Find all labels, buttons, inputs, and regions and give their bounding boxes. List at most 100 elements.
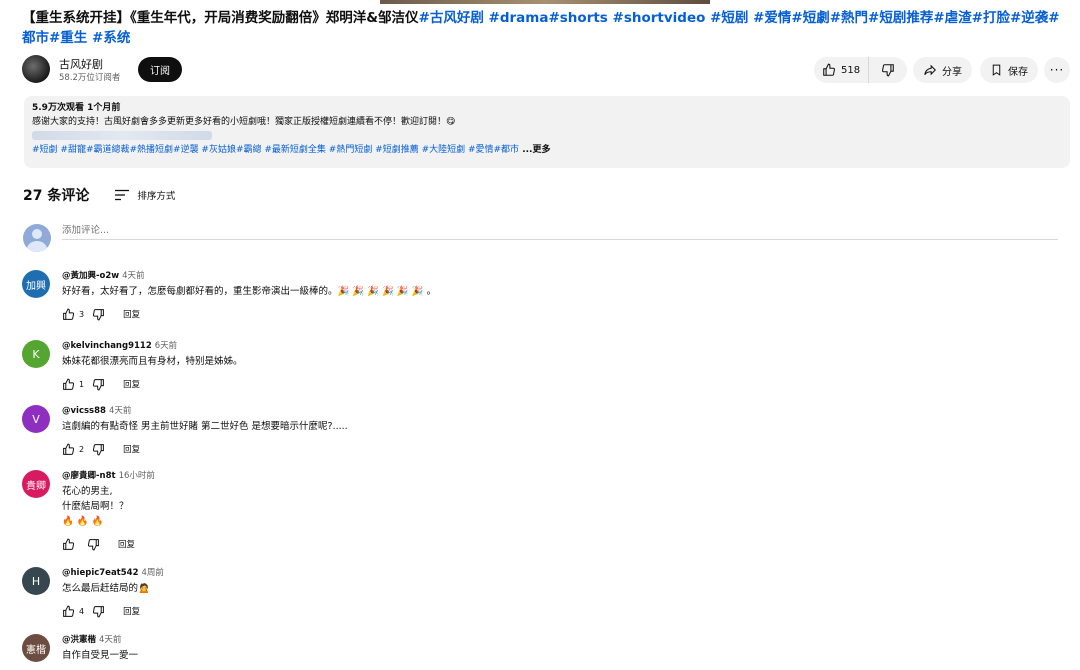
description-text: 感谢大家的支持！古風好劇會多多更新更多好看的小短劇哦！獨家正版授權短劇連續看不停… bbox=[32, 117, 456, 127]
like-button[interactable]: 518 bbox=[814, 57, 869, 83]
video-player-edge bbox=[380, 0, 710, 4]
dislike-button[interactable] bbox=[869, 57, 907, 83]
comment-text: 花心的男主, 什麼結局啊！？ 🔥 🔥 🔥 bbox=[62, 486, 129, 527]
comment-body: @kelvinchang9112 6天前 姊妹花都很漂亮而且有身材，特别是姊姊。 1 回… bbox=[62, 340, 243, 391]
more-icon: ··· bbox=[1049, 63, 1065, 77]
comment-like-count: 1 bbox=[79, 379, 85, 389]
comment-reply-button[interactable]: 回复 bbox=[118, 538, 135, 550]
description-box[interactable]: 5.9万次观看 1个月前 感谢大家的支持！古風好劇會多多更新更多好看的小短劇哦！… bbox=[24, 96, 1070, 168]
comment-header: @廖貴卿-n8t 16小时前 bbox=[62, 470, 155, 482]
comment-like-button[interactable]: 1 bbox=[62, 378, 84, 391]
subscribe-button[interactable]: 订阅 bbox=[138, 57, 182, 82]
comment-text: 好好看，太好看了，怎麼每劇都好看的，重生影帝演出一級棒的。🎉 🎉 🎉 🎉 🎉 🎉… bbox=[62, 286, 437, 297]
commenter-avatar[interactable]: 憲楷 bbox=[22, 634, 50, 662]
comment-reply-button[interactable]: 回复 bbox=[123, 605, 140, 617]
channel-subscribers: 58.2万位订阅者 bbox=[59, 73, 121, 83]
comment-body: @hiepic7eat542 4周前 怎么最后赶结局的🙍 4 回复 bbox=[62, 567, 164, 618]
comment-like-button[interactable]: 3 bbox=[62, 308, 84, 321]
comment-actions: 4 回复 bbox=[62, 604, 164, 618]
comment-dislike-button[interactable] bbox=[92, 443, 105, 456]
thumbs-down-icon bbox=[92, 443, 105, 456]
comment-header: @hiepic7eat542 4周前 bbox=[62, 567, 164, 579]
thumbs-down-icon bbox=[92, 308, 105, 321]
comment-header: @kelvinchang9112 6天前 bbox=[62, 340, 243, 352]
commenter-avatar[interactable]: 貴卿 bbox=[22, 470, 50, 498]
comment-author[interactable]: @kelvinchang9112 bbox=[62, 341, 152, 351]
channel-row: 古风好剧 58.2万位订阅者 订阅 518 分享 保存 ··· bbox=[22, 55, 1072, 85]
comment-actions: 3 回复 bbox=[62, 307, 436, 321]
comment-actions: 回复 bbox=[62, 537, 155, 551]
sort-icon bbox=[115, 189, 130, 201]
comment-text: 這劇編的有點奇怪 男主前世好賭 第二世好色 是想要暗示什麼呢?..... bbox=[62, 421, 348, 432]
video-title: 【重生系统开挂】《重生年代，开局消费奖励翻倍》郑明洋&邹洁仪#古风好剧 #dra… bbox=[22, 8, 1067, 48]
comment-dislike-button[interactable] bbox=[92, 605, 105, 618]
comment-reply-button[interactable]: 回复 bbox=[123, 308, 140, 320]
user-avatar-icon bbox=[23, 224, 51, 252]
sort-button[interactable]: 排序方式 bbox=[115, 188, 175, 202]
thumbs-up-icon bbox=[822, 63, 836, 77]
bookmark-icon bbox=[990, 63, 1003, 77]
comment-time[interactable]: 16小时前 bbox=[119, 471, 155, 481]
comment-body: @vicss88 4天前 這劇編的有點奇怪 男主前世好賭 第二世好色 是想要暗示什麼… bbox=[62, 405, 348, 456]
comment-dislike-button[interactable] bbox=[92, 308, 105, 321]
thumbs-down-icon bbox=[87, 538, 100, 551]
comment-time[interactable]: 6天前 bbox=[155, 341, 177, 351]
comment-like-count: 3 bbox=[79, 309, 85, 319]
thumbs-up-icon bbox=[62, 538, 75, 551]
comment-author[interactable]: @洪憲楷 bbox=[62, 635, 96, 645]
sort-label: 排序方式 bbox=[137, 191, 176, 202]
commenter-avatar[interactable]: V bbox=[22, 405, 50, 433]
comment-header: @黃加興-o2w 4天前 bbox=[62, 270, 436, 282]
thumbs-down-icon bbox=[92, 605, 105, 618]
comment-text: 怎么最后赶结局的🙍 bbox=[62, 583, 150, 594]
comment-like-button[interactable] bbox=[62, 538, 79, 551]
comment-body: @洪憲楷4天前自作自受見一愛一回复 bbox=[62, 634, 138, 670]
thumbs-up-icon bbox=[62, 443, 75, 456]
comment-author[interactable]: @vicss88 bbox=[62, 406, 106, 416]
comment-header: @vicss88 4天前 bbox=[62, 405, 348, 417]
comments-count: 27 条评论 bbox=[23, 188, 90, 204]
comment-reply-button[interactable]: 回复 bbox=[123, 443, 140, 455]
thumbs-up-icon bbox=[62, 308, 75, 321]
description-hashtags[interactable]: #短劇 #甜寵#霸道總裁#熱播短劇#逆襲 #灰姑娘#霸總 #最新短劇全集 #熱門… bbox=[32, 145, 519, 155]
comment-time[interactable]: 4天前 bbox=[99, 635, 121, 645]
comment-time[interactable]: 4周前 bbox=[142, 568, 164, 578]
comment-reply-button[interactable]: 回复 bbox=[123, 378, 140, 390]
comment-text: 姊妹花都很漂亮而且有身材，特别是姊姊。 bbox=[62, 356, 243, 367]
share-button[interactable]: 分享 bbox=[913, 57, 972, 83]
comment-actions: 2 回复 bbox=[62, 442, 348, 456]
comment-author[interactable]: @廖貴卿-n8t bbox=[62, 471, 116, 481]
commenter-avatar[interactable]: H bbox=[22, 567, 50, 595]
more-actions-button[interactable]: ··· bbox=[1044, 57, 1070, 83]
comment-like-button[interactable]: 4 bbox=[62, 605, 84, 618]
commenter-avatar[interactable]: K bbox=[22, 340, 50, 368]
like-count: 518 bbox=[841, 64, 861, 76]
comment-dislike-button[interactable] bbox=[92, 378, 105, 391]
comment-text: 自作自受見一愛一 bbox=[62, 650, 139, 661]
add-comment-input[interactable] bbox=[62, 222, 1058, 240]
comment-header: @洪憲楷 4天前 bbox=[62, 634, 138, 646]
channel-name[interactable]: 古风好剧 bbox=[59, 56, 103, 72]
comment-body: @黃加興-o2w 4天前 好好看，太好看了，怎麼每劇都好看的，重生影帝演出一級棒的。… bbox=[62, 270, 436, 321]
like-dislike-group: 518 bbox=[814, 57, 907, 83]
comment-actions: 1 回复 bbox=[62, 377, 243, 391]
comment-like-button[interactable]: 2 bbox=[62, 443, 84, 456]
thumbs-up-icon bbox=[62, 378, 75, 391]
comment-author[interactable]: @hiepic7eat542 bbox=[62, 568, 139, 578]
comments-header: 27 条评论 排序方式 bbox=[23, 185, 175, 205]
save-button[interactable]: 保存 bbox=[980, 57, 1038, 83]
comment-time[interactable]: 4天前 bbox=[109, 406, 131, 416]
add-comment-row bbox=[23, 222, 1058, 252]
thumbs-down-icon bbox=[92, 378, 105, 391]
comment-dislike-button[interactable] bbox=[87, 538, 100, 551]
show-more-link[interactable]: ...更多 bbox=[519, 145, 550, 155]
video-title-main: 【重生系统开挂】《重生年代，开局消费奖励翻倍》郑明洋&邹洁仪 bbox=[22, 10, 419, 26]
view-stats: 5.9万次观看 1个月前 bbox=[32, 103, 121, 113]
save-label: 保存 bbox=[1008, 66, 1028, 78]
comment-time[interactable]: 4天前 bbox=[122, 271, 144, 281]
channel-avatar[interactable] bbox=[22, 55, 50, 83]
blurred-link bbox=[32, 131, 212, 140]
comment-author[interactable]: @黃加興-o2w bbox=[62, 271, 119, 281]
share-label: 分享 bbox=[942, 66, 962, 78]
commenter-avatar[interactable]: 加興 bbox=[22, 270, 50, 298]
